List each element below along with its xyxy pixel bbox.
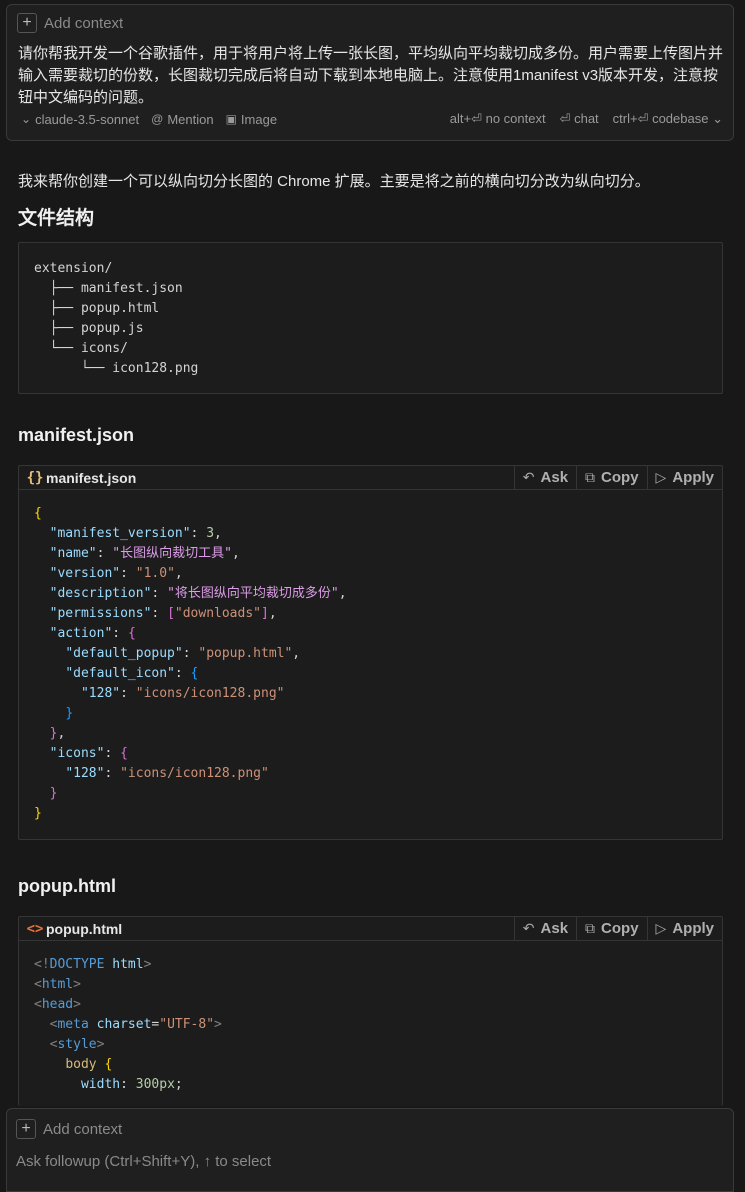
codebase-button[interactable]: ctrl+⏎ codebase ⌄ bbox=[613, 111, 723, 127]
file-tree-block: extension/ ├── manifest.json ├── popup.h… bbox=[18, 242, 723, 394]
copy-button[interactable]: ⧉ Copy bbox=[576, 917, 647, 940]
manifest-heading: manifest.json bbox=[18, 425, 135, 445]
model-select[interactable]: ⌄ claude-3.5-sonnet bbox=[21, 112, 139, 127]
plus-icon[interactable]: + bbox=[16, 1119, 36, 1139]
copy-label: Copy bbox=[601, 469, 639, 486]
followup-box[interactable]: + Add context Ask followup (Ctrl+Shift+Y… bbox=[6, 1108, 734, 1192]
ask-label: Ask bbox=[540, 469, 569, 486]
popup-heading: popup.html bbox=[18, 876, 116, 896]
copy-icon: ⧉ bbox=[585, 469, 596, 485]
ask-label: Ask bbox=[540, 920, 569, 937]
code-block-manifest: {} manifest.json ↶ Ask ⧉ Copy ▷ Apply { "ma… bbox=[18, 465, 723, 840]
copy-label: Copy bbox=[601, 920, 639, 937]
response-intro: 我来帮你创建一个可以纵向切分长图的 Chrome 扩展。主要是将之前的横向切分改… bbox=[18, 173, 650, 190]
copy-button[interactable]: ⧉ Copy bbox=[576, 466, 647, 489]
chevron-down-icon: ⌄ bbox=[21, 112, 32, 126]
apply-button[interactable]: ▷ Apply bbox=[646, 917, 722, 940]
add-context-label[interactable]: Add context bbox=[44, 15, 123, 32]
ask-button[interactable]: ↶ Ask bbox=[513, 466, 576, 489]
image-button[interactable]: ▣ Image bbox=[226, 112, 277, 127]
add-context-row[interactable]: + Add context bbox=[17, 13, 123, 33]
at-icon: @ bbox=[151, 112, 164, 126]
codebase-label: ctrl+⏎ codebase bbox=[612, 111, 709, 126]
mention-button[interactable]: @ Mention bbox=[151, 112, 213, 127]
code-filename: manifest.json bbox=[46, 469, 137, 486]
ask-button[interactable]: ↶ Ask bbox=[513, 917, 576, 940]
play-icon: ▷ bbox=[655, 469, 667, 485]
play-icon: ▷ bbox=[655, 920, 667, 936]
no-context-button[interactable]: alt+⏎ no context bbox=[450, 111, 546, 127]
image-icon: ▣ bbox=[225, 112, 237, 126]
copy-icon: ⧉ bbox=[585, 920, 596, 936]
code-header: {} manifest.json ↶ Ask ⧉ Copy ▷ Apply bbox=[19, 466, 722, 490]
mention-label: Mention bbox=[167, 111, 214, 127]
code-block-popup: <> popup.html ↶ Ask ⧉ Copy ▷ Apply <!DOCTYP… bbox=[18, 916, 723, 1106]
prompt-text[interactable]: 请你帮我开发一个谷歌插件，用于将用户将上传一张长图，平均纵向平均裁切成多份。用户… bbox=[18, 43, 728, 109]
add-context-row[interactable]: + Add context bbox=[16, 1119, 122, 1139]
image-label: Image bbox=[240, 111, 278, 127]
manifest-code: { "manifest_version": 3, "name": "长图纵向裁切… bbox=[34, 506, 347, 821]
composer-toolbar: ⌄ claude-3.5-sonnet @ Mention ▣ Image al… bbox=[21, 111, 723, 127]
add-context-label[interactable]: Add context bbox=[43, 1121, 122, 1138]
model-label: claude-3.5-sonnet bbox=[35, 111, 140, 127]
reply-icon: ↶ bbox=[522, 469, 535, 485]
popup-code: <!DOCTYPE html> <html> <head> <meta char… bbox=[34, 957, 222, 1092]
file-tree: extension/ ├── manifest.json ├── popup.h… bbox=[34, 261, 199, 376]
apply-label: Apply bbox=[672, 920, 714, 937]
followup-input[interactable]: Ask followup (Ctrl+Shift+Y), ↑ to select bbox=[16, 1153, 271, 1170]
apply-label: Apply bbox=[672, 469, 714, 486]
composer-card[interactable]: + Add context 请你帮我开发一个谷歌插件，用于将用户将上传一张长图，… bbox=[6, 4, 734, 141]
chevron-down-icon: ⌄ bbox=[712, 111, 723, 126]
html-file-icon: <> bbox=[26, 920, 44, 937]
plus-icon[interactable]: + bbox=[17, 13, 37, 33]
code-body[interactable]: { "manifest_version": 3, "name": "长图纵向裁切… bbox=[19, 490, 722, 838]
structure-heading: 文件结构 bbox=[18, 208, 95, 229]
reply-icon: ↶ bbox=[522, 920, 535, 936]
chat-button[interactable]: ⏎ chat bbox=[560, 111, 599, 127]
json-file-icon: {} bbox=[26, 469, 44, 486]
code-header: <> popup.html ↶ Ask ⧉ Copy ▷ Apply bbox=[19, 917, 722, 941]
code-filename: popup.html bbox=[46, 920, 123, 937]
code-body[interactable]: <!DOCTYPE html> <html> <head> <meta char… bbox=[19, 941, 722, 1106]
apply-button[interactable]: ▷ Apply bbox=[646, 466, 722, 489]
